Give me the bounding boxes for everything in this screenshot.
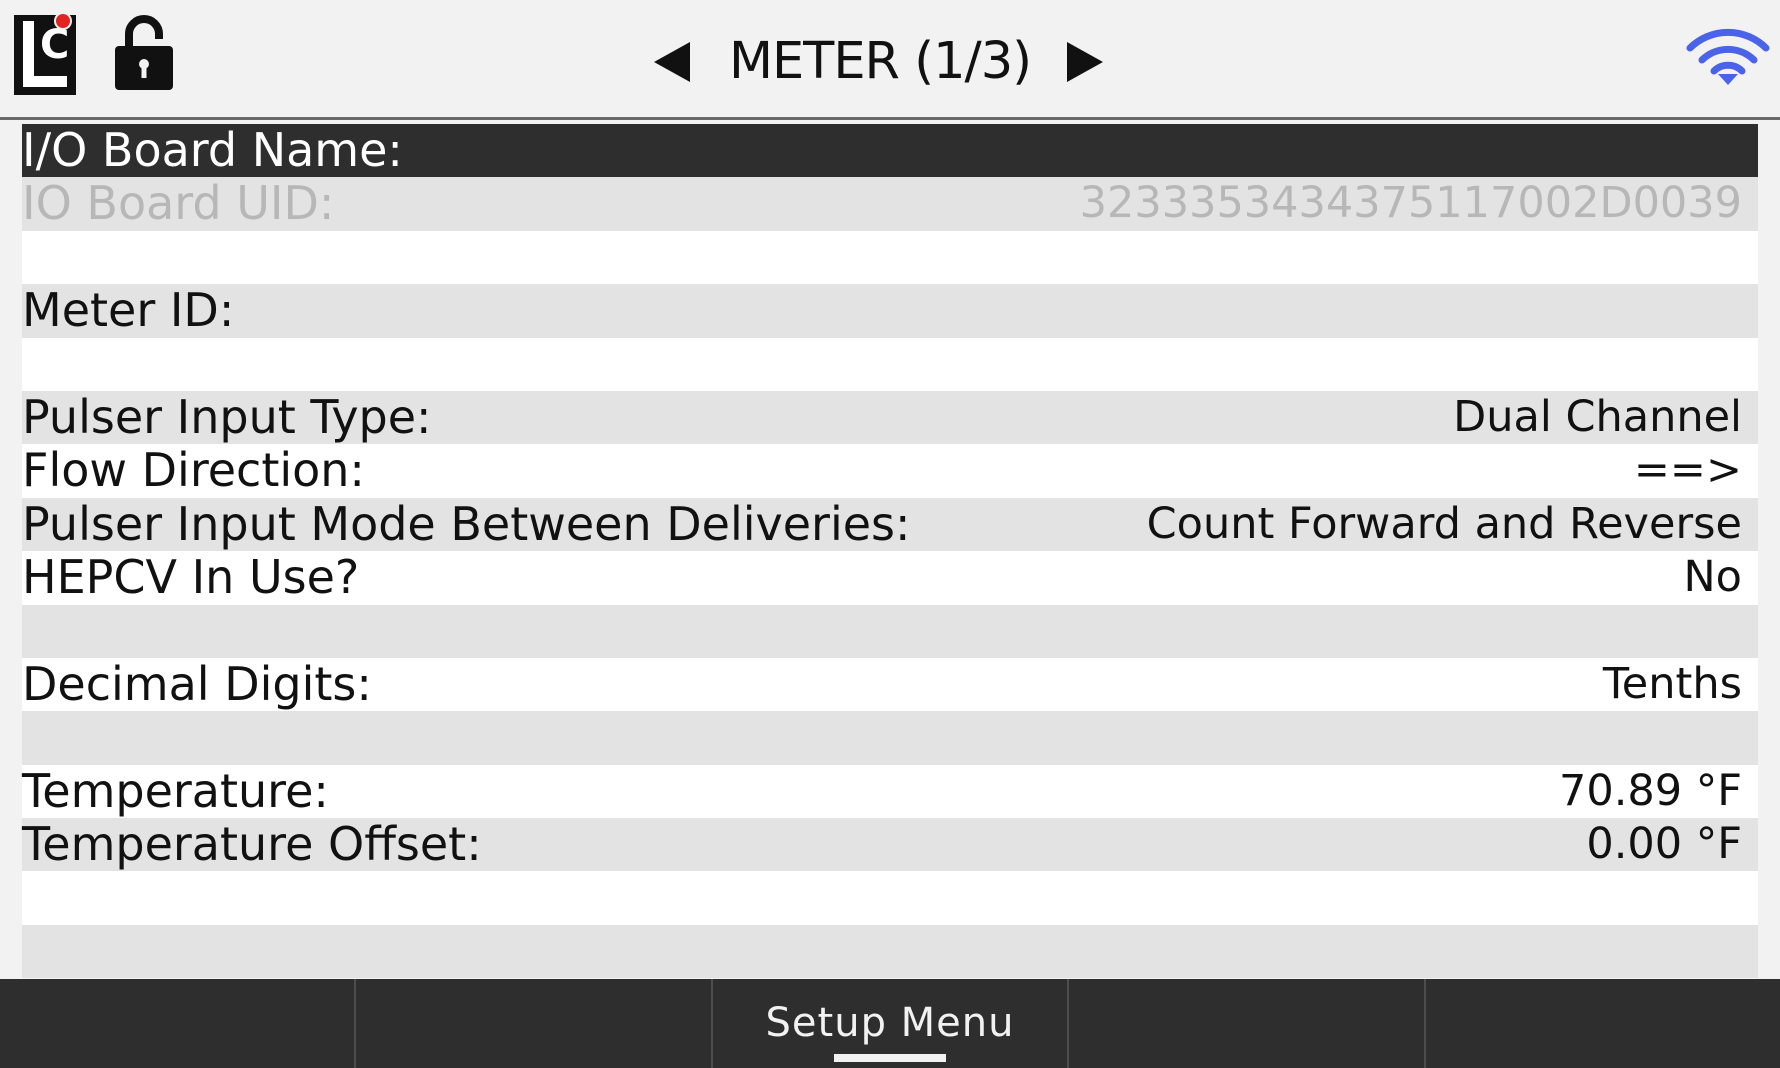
setup-menu-button[interactable]: Setup Menu — [713, 979, 1070, 1068]
row-value: Dual Channel — [1453, 391, 1742, 442]
row-flow-direction[interactable]: Flow Direction: ==> — [22, 443, 1758, 498]
row-value: 70.89 °F — [1558, 765, 1742, 816]
row-temperature[interactable]: Temperature: 70.89 °F — [22, 763, 1758, 819]
row-label: Temperature: — [22, 763, 329, 818]
meter-settings-list: I/O Board Name: IO Board UID: 3233353434… — [22, 123, 1758, 979]
softkey-4[interactable] — [1069, 979, 1426, 1068]
softkey-bar: Setup Menu — [0, 979, 1780, 1068]
row-label: IO Board UID: — [22, 176, 335, 231]
row-value: Tenths — [1602, 658, 1742, 709]
unlocked-padlock-icon[interactable] — [113, 12, 175, 92]
row-decimal-digits[interactable]: Decimal Digits: Tenths — [22, 656, 1758, 712]
row-label: Flow Direction: — [22, 443, 365, 498]
active-underline — [834, 1054, 947, 1062]
softkey-5[interactable] — [1426, 979, 1780, 1068]
row-label: Temperature Offset: — [22, 817, 482, 872]
row-label: Decimal Digits: — [22, 656, 372, 711]
softkey-1[interactable] — [0, 979, 357, 1068]
row-blank — [22, 871, 1758, 925]
row-hepcv-in-use[interactable]: HEPCV In Use? No — [22, 550, 1758, 605]
previous-page-arrow-icon[interactable] — [650, 38, 694, 86]
row-value: 3233353434375117002D0039 — [1079, 178, 1742, 229]
row-value: Count Forward and Reverse — [1146, 498, 1742, 549]
status-dot — [54, 12, 72, 30]
row-pulser-input-mode[interactable]: Pulser Input Mode Between Deliveries: Co… — [22, 496, 1758, 552]
next-page-arrow-icon[interactable] — [1063, 38, 1107, 86]
row-io-board-name[interactable]: I/O Board Name: — [22, 123, 1758, 178]
row-label: Pulser Input Mode Between Deliveries: — [22, 496, 911, 551]
row-value: ==> — [1633, 445, 1742, 496]
row-blank — [22, 337, 1758, 391]
row-label: Pulser Input Type: — [22, 389, 432, 444]
row-value: 0.00 °F — [1586, 819, 1742, 870]
row-blank — [22, 604, 1758, 658]
lc-logo-icon: C — [14, 12, 76, 95]
wifi-icon — [1686, 28, 1770, 85]
page-title: METER (1/3) — [728, 32, 1032, 91]
row-temperature-offset[interactable]: Temperature Offset: 0.00 °F — [22, 817, 1758, 872]
top-bar: C METER (1/3) — [0, 0, 1780, 120]
row-blank — [22, 711, 1758, 765]
row-label: Meter ID: — [22, 283, 235, 338]
row-blank — [22, 924, 1758, 979]
setup-menu-label: Setup Menu — [765, 1000, 1015, 1046]
row-pulser-input-type[interactable]: Pulser Input Type: Dual Channel — [22, 389, 1758, 445]
row-label: HEPCV In Use? — [22, 550, 360, 605]
row-blank — [22, 230, 1758, 285]
softkey-2[interactable] — [356, 979, 713, 1068]
row-io-board-uid: IO Board UID: 3233353434375117002D0039 — [22, 176, 1758, 231]
row-value: No — [1683, 552, 1742, 603]
row-meter-id[interactable]: Meter ID: — [22, 283, 1758, 338]
row-label: I/O Board Name: — [22, 123, 403, 177]
